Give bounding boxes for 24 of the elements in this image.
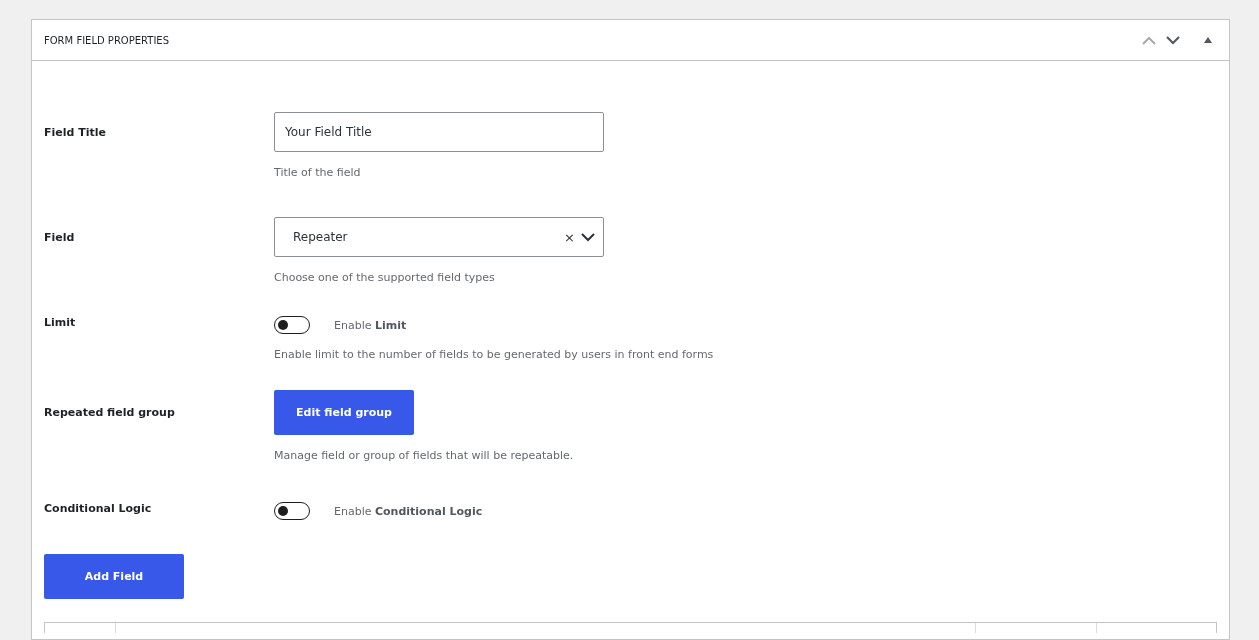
- help-text: Title of the field: [274, 166, 362, 179]
- field-label: Conditional Logic: [44, 502, 152, 515]
- panel-title: FORM FIELD PROPERTIES: [44, 34, 170, 46]
- field-label: Limit: [44, 316, 76, 329]
- toggle-switch[interactable]: [274, 316, 310, 334]
- field-label: Field: [44, 230, 75, 244]
- edit-group-button[interactable]: Edit field group: [274, 390, 414, 435]
- toggle-switch[interactable]: [274, 502, 310, 520]
- toggle-label: Enable Conditional Logic: [334, 504, 483, 518]
- help-text: Choose one of the supported field types: [274, 271, 496, 284]
- select-field[interactable]: Repeater ×: [274, 217, 604, 257]
- help-text: Manage field or group of fields that will be repeatable.: [274, 449, 575, 462]
- text-input-field[interactable]: Your Field Title: [274, 112, 604, 152]
- help-text: Enable limit to the number of fields to be generated by users in front end forms: [274, 348, 715, 361]
- toggle-label: Enable Limit: [334, 318, 407, 332]
- triangle-icon: [1204, 37, 1212, 43]
- clear-icon[interactable]: ×: [564, 229, 575, 245]
- add-field-button[interactable]: Add Field: [44, 554, 184, 599]
- chevron-up-icon: [1142, 35, 1156, 45]
- chevron-down-icon: [1166, 35, 1180, 45]
- select-value: Repeater: [293, 230, 349, 244]
- field-label: Repeated field group: [44, 406, 175, 419]
- chevron-down-icon: [581, 232, 595, 242]
- field-label: Field Title: [44, 125, 106, 139]
